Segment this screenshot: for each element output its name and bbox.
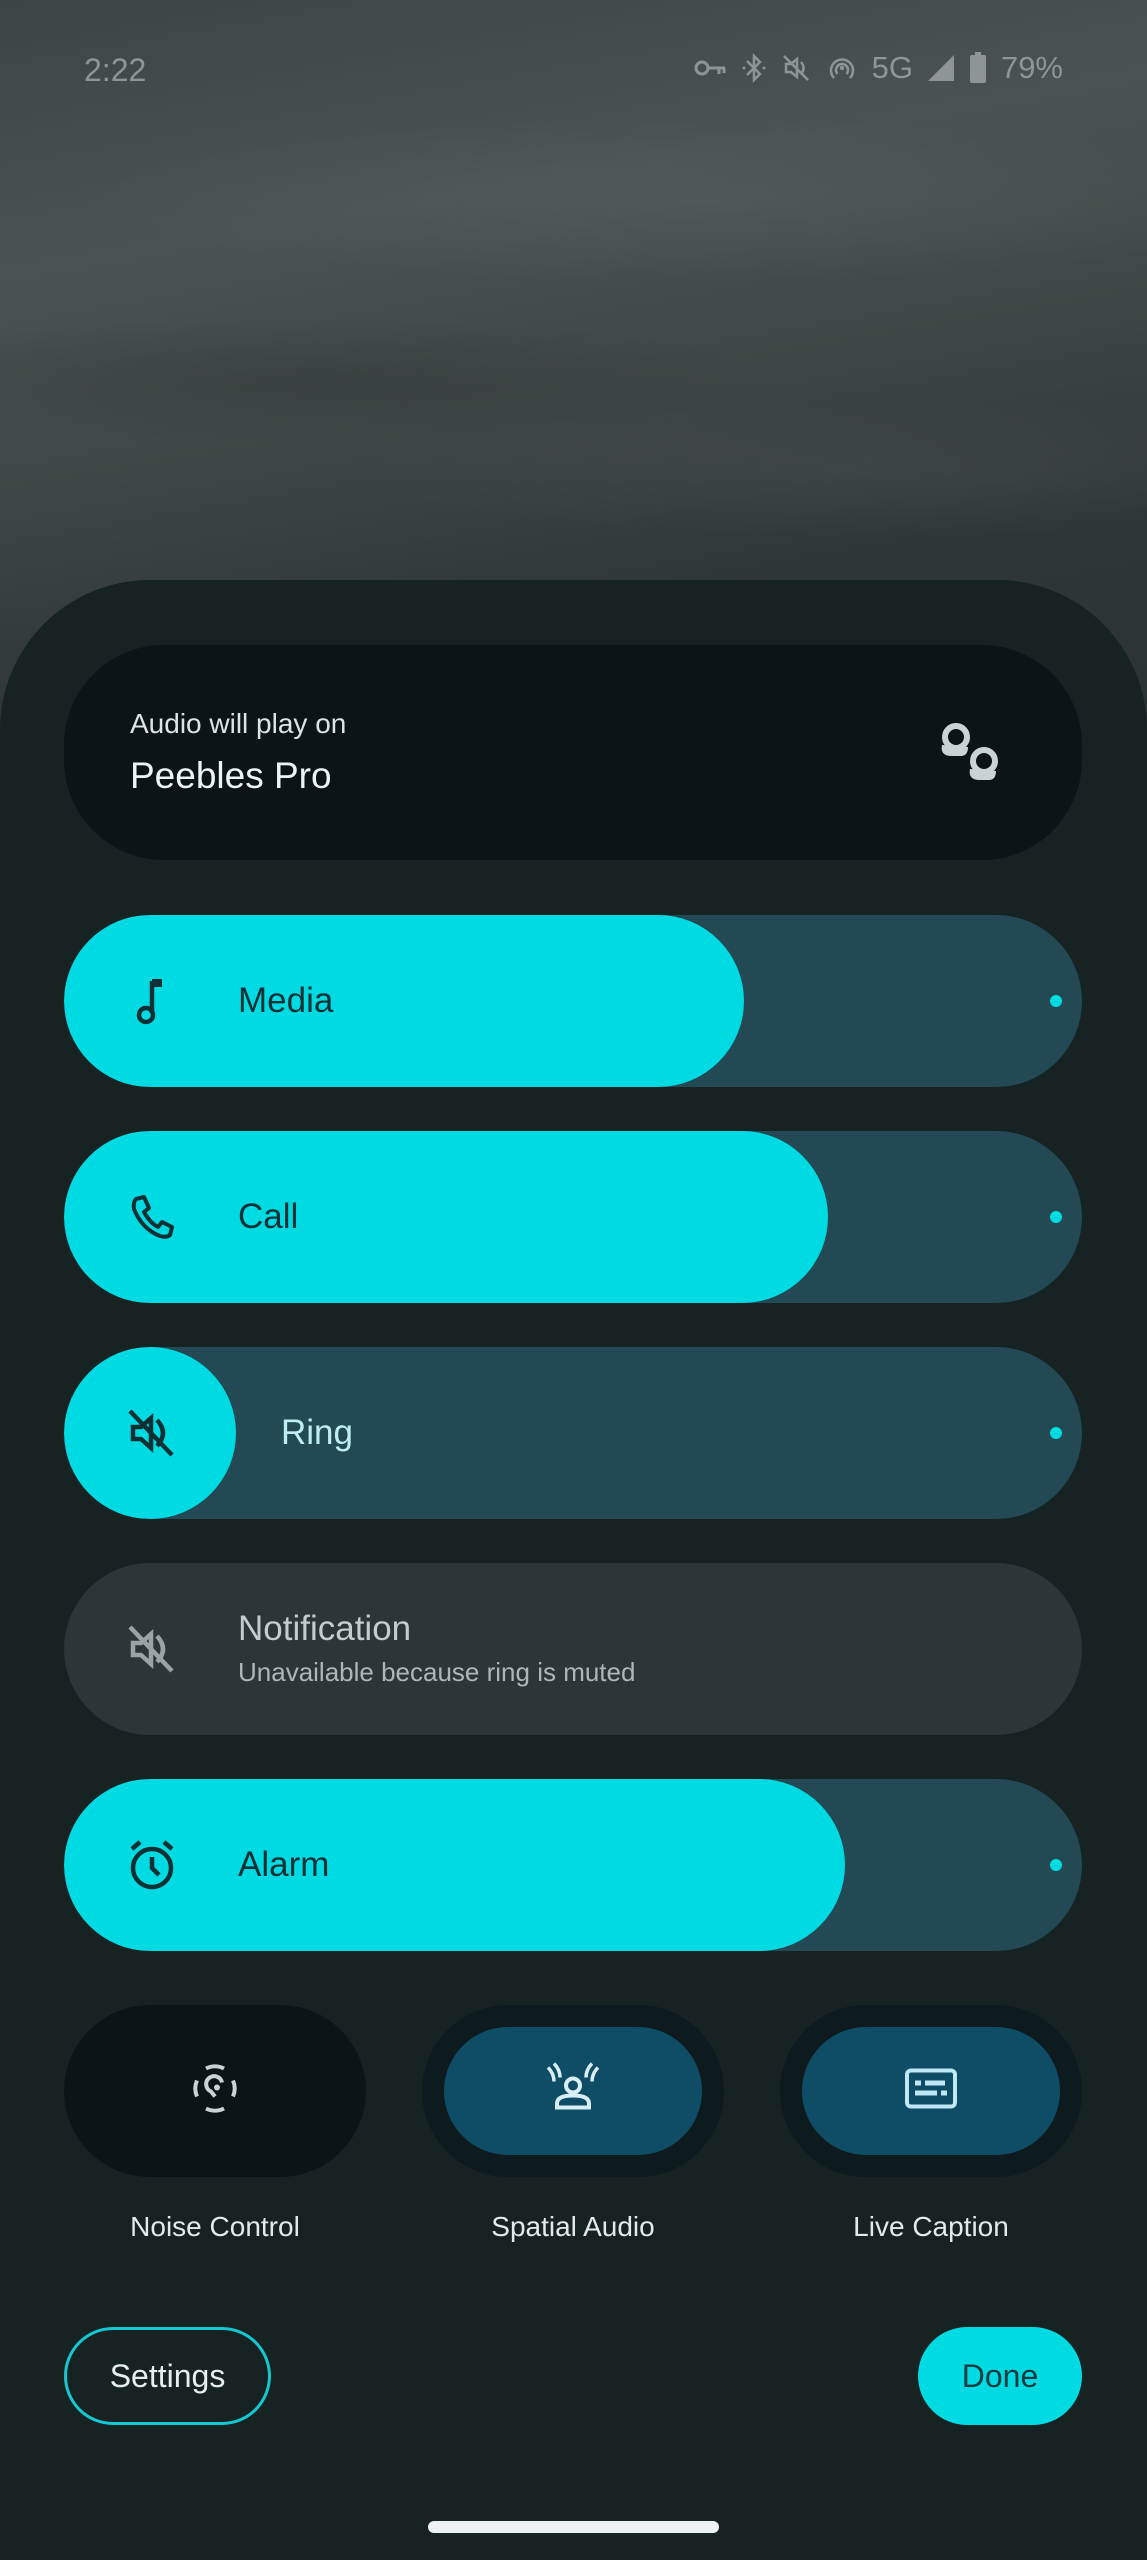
live-caption-label: Live Caption [853,2211,1009,2242]
settings-button[interactable]: Settings [64,2327,271,2425]
bluetooth-icon [742,52,766,84]
network-type: 5G [871,50,913,85]
music-note-icon [122,971,182,1031]
live-caption-button[interactable] [780,2005,1082,2177]
spatial-audio-label: Spatial Audio [491,2211,655,2242]
spatial-audio-button[interactable] [422,2005,724,2177]
spatial-audio-toggle[interactable]: Spatial Audio [422,2005,724,2243]
output-device-card[interactable]: Audio will play on Peebles Pro [64,645,1082,860]
signal-icon [927,54,955,82]
volume-off-icon[interactable] [122,1403,182,1463]
spatial-audio-icon [540,2056,606,2127]
noise-control-icon [185,2059,245,2124]
alarm-volume-slider[interactable]: Alarm [64,1779,1082,1951]
phone-icon [122,1187,182,1247]
home-indicator[interactable] [428,2521,719,2533]
media-label: Media [238,981,334,1020]
alarm-icon [122,1835,182,1895]
ring-label: Ring [281,1413,353,1452]
call-label: Call [238,1197,299,1236]
muted-icon [780,52,812,84]
noise-control-label: Noise Control [130,2211,300,2242]
battery-icon [969,52,987,84]
done-button[interactable]: Done [918,2327,1082,2425]
vpn-key-icon [694,56,728,80]
slider-end-dot [1050,995,1062,1007]
earbuds-icon[interactable] [932,715,1012,795]
live-caption-icon [901,2059,961,2124]
hotspot-icon [826,52,858,84]
slider-end-dot [1050,1427,1062,1439]
noise-control-toggle[interactable]: Noise Control [64,2005,366,2243]
slider-end-dot [1050,1211,1062,1223]
status-bar: 2:22 5G 79% [0,0,1147,140]
media-volume-slider[interactable]: Media [64,915,1082,1087]
status-icons: 5G 79% [694,50,1063,86]
battery-percent: 79% [1000,50,1063,85]
output-device-name: Peebles Pro [130,755,332,796]
live-caption-toggle[interactable]: Live Caption [780,2005,1082,2243]
status-time: 2:22 [84,52,147,88]
ring-volume-slider[interactable]: Ring [64,1347,1082,1519]
slider-end-dot [1050,1859,1062,1871]
notification-sublabel: Unavailable because ring is muted [238,1657,636,1687]
volume-off-icon [122,1619,182,1679]
call-volume-slider[interactable]: Call [64,1131,1082,1303]
notification-label: Notification [238,1609,412,1648]
noise-control-button[interactable] [64,2005,366,2177]
output-subtitle: Audio will play on [130,708,347,739]
notification-volume-slider: Notification Unavailable because ring is… [64,1563,1082,1735]
alarm-label: Alarm [238,1845,330,1884]
